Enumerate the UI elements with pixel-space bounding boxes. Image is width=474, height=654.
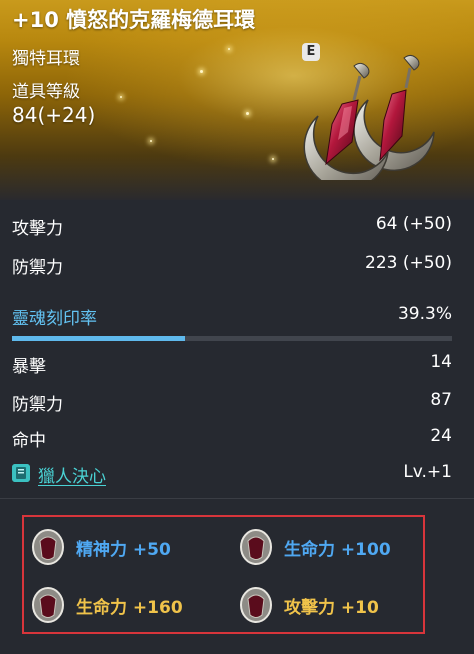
bonus-stat-text: 精神力 +50 [76,540,171,560]
bonus-stat-text: 攻擊力 +10 [284,598,379,618]
stat-label: 防禦力 [12,258,63,278]
stat-row-attack: 攻擊力 64 (+50) [12,214,452,240]
stat-value: 64 (+50) [375,214,452,234]
soul-engraving-row: 靈魂刻印率 39.3% [12,304,452,330]
sparkle [272,158,274,160]
item-title: +10 憤怒的克羅梅德耳環 [12,8,256,32]
stat-label: 防禦力 [12,395,63,415]
skill-row[interactable]: 獵人決心 Lv.+1 [12,462,452,488]
stat-row-accuracy: 命中 24 [12,426,452,452]
stat-row-defense-sub: 防禦力 87 [12,390,452,416]
sparkle [200,70,203,73]
sparkle [246,112,249,115]
stat-value: 223 (+50) [365,253,452,273]
soul-engraving-progress [12,336,452,341]
soul-engraving-progress-fill [12,336,185,341]
skill-book-icon [12,464,30,482]
sparkle [120,96,122,98]
stat-row-crit: 暴擊 14 [12,352,452,378]
earring-icon [303,54,435,180]
bonus-stat: 生命力 +100 [238,527,423,567]
soul-engraving-value: 39.3% [397,304,452,324]
soul-engraving-label: 靈魂刻印率 [12,309,97,329]
stat-value: 24 [430,426,452,446]
gem-icon [32,529,64,565]
stat-row-defense: 防禦力 223 (+50) [12,253,452,279]
stat-label: 暴擊 [12,357,46,377]
item-level-label: 道具等級 [12,82,80,102]
stat-label: 攻擊力 [12,219,63,239]
skill-level: Lv.+1 [403,462,452,482]
sparkle [150,140,152,142]
bonus-stat: 攻擊力 +10 [238,585,423,625]
item-tooltip: +10 憤怒的克羅梅德耳環 獨特耳環 道具等級 84(+24) E 攻擊力 64… [0,0,474,654]
bonus-stat: 精神力 +50 [30,527,220,567]
skill-name-link[interactable]: 獵人決心 [38,462,106,487]
bonus-stats-highlight: 精神力 +50 生命力 +100 生命力 +160 攻擊力 +10 [22,515,425,634]
bonus-stat: 生命力 +160 [30,585,220,625]
divider [0,498,474,499]
item-header: +10 憤怒的克羅梅德耳環 獨特耳環 道具等級 84(+24) E [0,0,474,200]
item-level-value: 84(+24) [12,103,96,127]
sparkle [228,48,230,50]
item-type: 獨特耳環 [12,49,80,69]
gem-icon [240,529,272,565]
stat-label: 命中 [12,431,46,451]
stat-value: 14 [430,352,452,372]
bonus-stat-text: 生命力 +160 [76,598,183,618]
stat-value: 87 [430,390,452,410]
gem-icon [240,587,272,623]
bonus-stat-text: 生命力 +100 [284,540,391,560]
gem-icon [32,587,64,623]
